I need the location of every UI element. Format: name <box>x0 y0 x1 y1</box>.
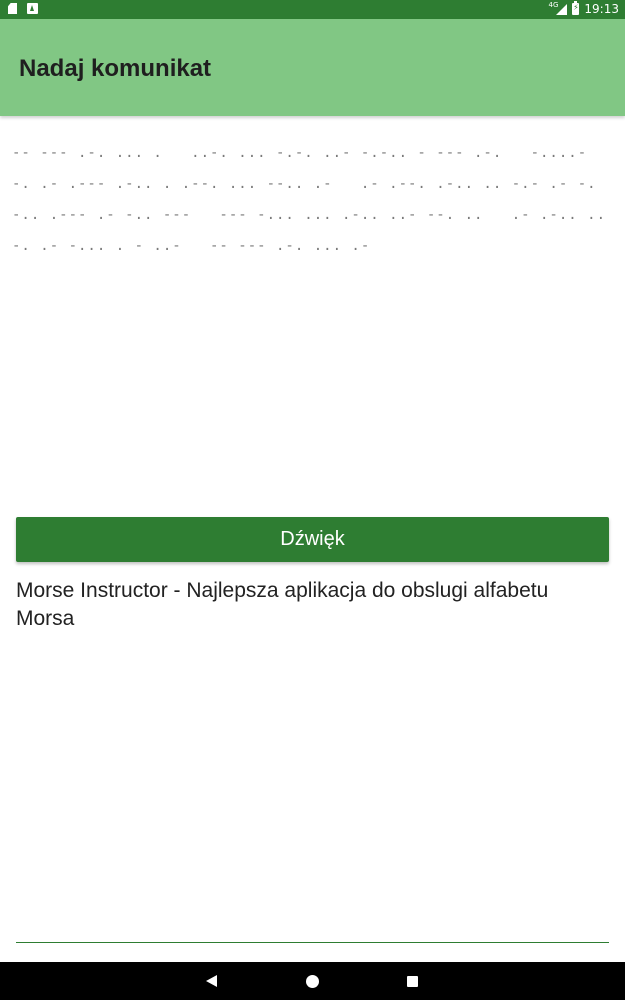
app-bar: Nadaj komunikat <box>0 19 625 116</box>
divider-line <box>16 942 609 943</box>
network-type-label: 4G <box>548 1 559 9</box>
navigation-bar <box>0 962 625 1000</box>
sound-button[interactable]: Dźwięk <box>16 517 609 562</box>
ad-banner-text[interactable]: Morse Instructor - Najlepsza aplikacja d… <box>16 577 609 633</box>
status-bar: 4G 19:13 <box>0 0 625 19</box>
page-title: Nadaj komunikat <box>19 55 212 82</box>
home-icon[interactable] <box>306 975 319 988</box>
app-a-icon <box>27 3 38 14</box>
recents-icon[interactable] <box>407 976 418 987</box>
back-icon[interactable] <box>206 975 217 987</box>
morse-code-display: -- --- .-. ... . ..-. ... -.-. ..- -.-..… <box>12 145 607 254</box>
sd-card-icon <box>8 3 17 14</box>
battery-charging-icon <box>572 1 580 15</box>
status-time: 19:13 <box>584 2 619 16</box>
